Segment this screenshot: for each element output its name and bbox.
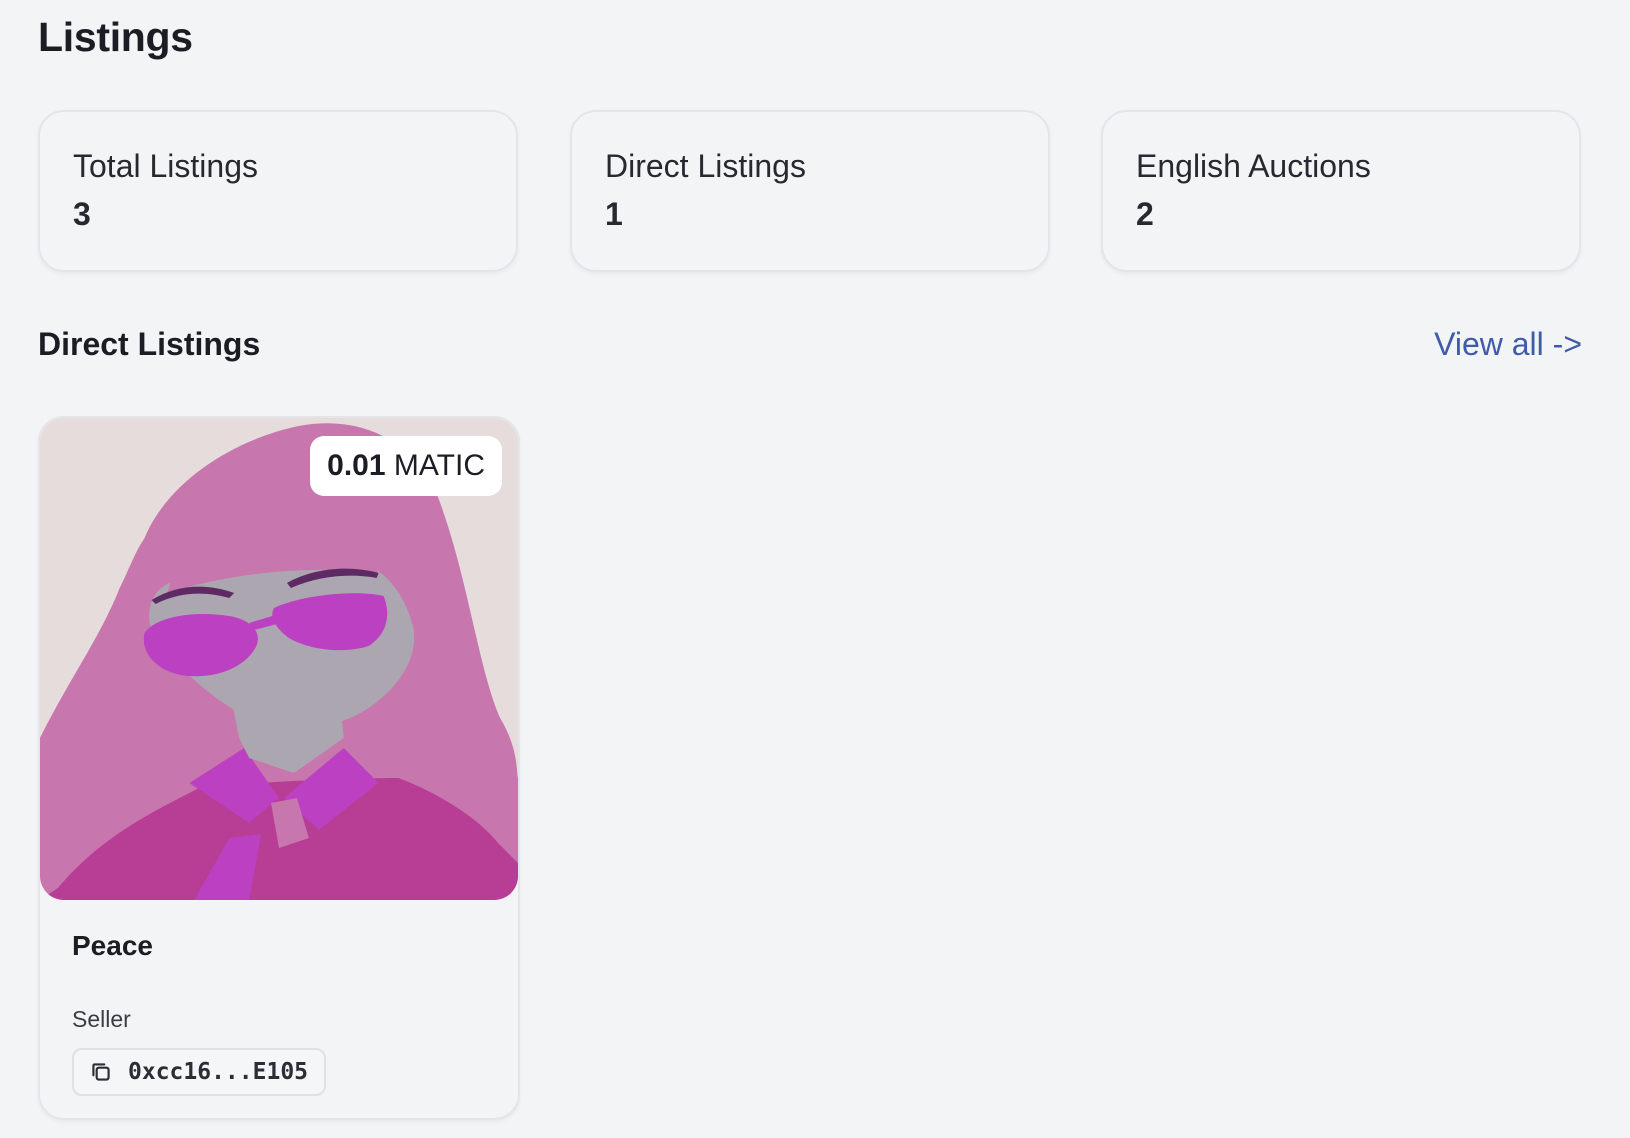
listing-card[interactable]: 0.01 MATIC Peace Seller 0xcc16...E105 — [38, 416, 520, 1120]
price-currency: MATIC — [393, 449, 485, 482]
seller-label: Seller — [72, 1006, 131, 1032]
price-amount: 0.01 — [327, 449, 386, 482]
listing-name: Peace — [72, 930, 153, 961]
stat-card-english-auctions: English Auctions 2 — [1101, 110, 1581, 272]
stat-card-total-listings: Total Listings 3 — [38, 110, 518, 272]
section-title-direct-listings: Direct Listings — [38, 326, 261, 362]
listings-page: Listings Total Listings 3 Direct Listing… — [0, 0, 1630, 1138]
stat-label: Direct Listings — [605, 148, 806, 184]
seller-address: 0xcc16...E105 — [128, 1059, 309, 1085]
stat-label: English Auctions — [1136, 148, 1371, 184]
stat-value: 2 — [1136, 196, 1154, 232]
stat-value: 1 — [605, 196, 623, 232]
stat-label: Total Listings — [73, 148, 258, 184]
view-all-link[interactable]: View all -> — [1434, 326, 1582, 363]
page-title: Listings — [38, 14, 193, 60]
seller-address-copy-button[interactable]: 0xcc16...E105 — [72, 1048, 327, 1096]
stat-card-direct-listings: Direct Listings 1 — [570, 110, 1050, 272]
copy-icon — [92, 1063, 110, 1081]
listing-image: 0.01 MATIC — [40, 418, 518, 900]
stat-value: 3 — [73, 196, 91, 232]
price-badge: 0.01 MATIC — [310, 436, 502, 496]
